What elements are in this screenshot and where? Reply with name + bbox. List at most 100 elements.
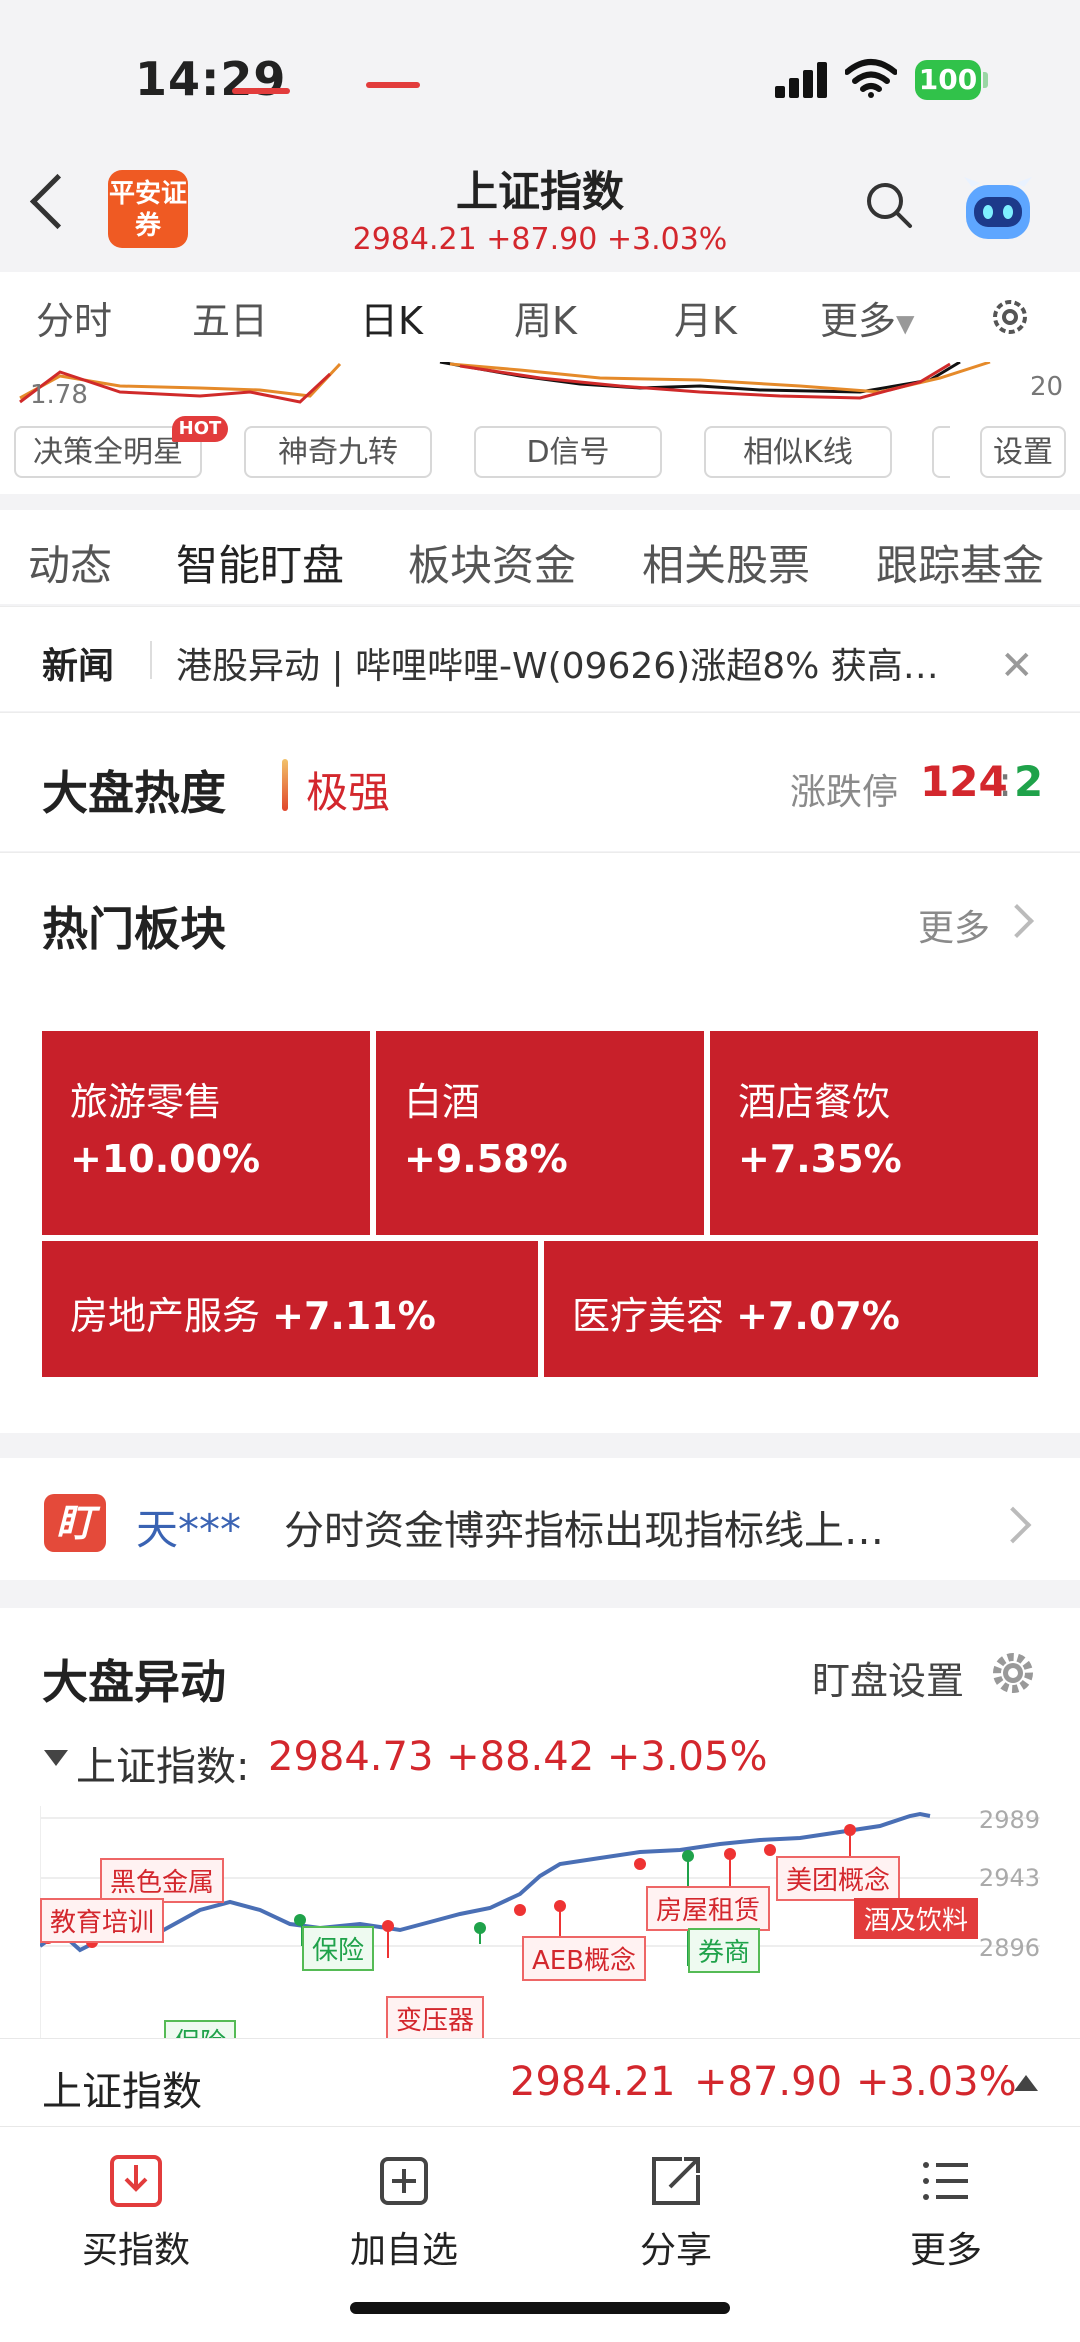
market-movement-title: 大盘异动 bbox=[42, 1655, 226, 1709]
indicator-partial[interactable] bbox=[932, 426, 950, 478]
status-time: 14:29 bbox=[135, 52, 287, 106]
news-divider bbox=[150, 641, 152, 679]
nav-label: 分享 bbox=[639, 2230, 712, 2271]
search-icon[interactable] bbox=[864, 180, 914, 230]
bottom-quote-bar[interactable]: 上证指数 2984.21 +87.90 +3.03% bbox=[0, 2038, 1080, 2127]
tab-smart-watch[interactable]: 智能盯盘 bbox=[176, 532, 344, 593]
intraday-chart: 2989 2943 2896 黑色金属 教育培训 保险 保险 变压器 AEB概念… bbox=[38, 1806, 1040, 2041]
y-tick: 2896 bbox=[978, 1934, 1040, 1962]
hot-badge: HOT bbox=[172, 416, 228, 442]
gear-icon[interactable] bbox=[988, 1648, 1038, 1698]
header-change: +87.90 bbox=[486, 222, 598, 257]
limit-label: 涨跌停 bbox=[790, 772, 899, 813]
news-headline[interactable]: 港股异动 | 哔哩哔哩-W(09626)涨超8% 获高… bbox=[176, 637, 956, 689]
battery-icon: 100 bbox=[915, 60, 981, 100]
sector-pct: +10.00% bbox=[70, 1137, 261, 1181]
tab-five-day[interactable]: 五日 bbox=[192, 290, 268, 345]
signal-icon bbox=[775, 62, 831, 98]
event-label[interactable]: 变压器 bbox=[386, 1996, 485, 2041]
add-icon bbox=[380, 2157, 428, 2205]
event-label[interactable]: 教育培训 bbox=[40, 1898, 165, 1943]
nav-more[interactable]: 更多 bbox=[846, 2151, 1046, 2273]
chevron-right-icon[interactable] bbox=[994, 1506, 1032, 1544]
market-movement: 大盘异动 盯盘设置 上证指数: 2984.73 +88.42 +3.05% 29… bbox=[0, 1608, 1080, 2041]
event-label[interactable]: 房屋租赁 bbox=[646, 1886, 771, 1931]
event-label-highlight[interactable]: 酒及饮料 bbox=[854, 1898, 979, 1939]
tab-dynamics[interactable]: 动态 bbox=[28, 532, 112, 593]
close-icon[interactable]: ✕ bbox=[1000, 643, 1034, 689]
tab-intraday[interactable]: 分时 bbox=[36, 290, 112, 345]
heat-level: 极强 bbox=[306, 768, 391, 817]
wifi-icon bbox=[845, 59, 897, 98]
assistant-robot-icon[interactable] bbox=[960, 175, 1036, 245]
sector-tile[interactable]: 白酒 +9.58% bbox=[376, 1031, 704, 1235]
sector-name: 酒店餐饮 bbox=[738, 1080, 891, 1124]
nav-share[interactable]: 分享 bbox=[576, 2151, 776, 2273]
movement-index-name: 上证指数: bbox=[76, 1744, 250, 1790]
event-label[interactable]: 保险 bbox=[164, 2020, 237, 2040]
chevron-right-icon[interactable] bbox=[1000, 904, 1034, 938]
strategy-text: 分时资金博弈指标出现指标线上… bbox=[284, 1508, 884, 1554]
share-icon bbox=[652, 2157, 700, 2205]
market-heat-title: 大盘热度 bbox=[42, 766, 226, 820]
sector-tile[interactable]: 医疗美容 +7.07% bbox=[544, 1241, 1038, 1377]
tab-weekly-k[interactable]: 周K bbox=[514, 290, 577, 345]
strategy-bar[interactable]: 盯 天*** 分时资金博弈指标出现指标线上… bbox=[0, 1458, 1080, 1580]
bottom-quote-price: 2984.21 bbox=[510, 2059, 676, 2105]
nav-label: 更多 bbox=[909, 2230, 982, 2271]
sector-name: 旅游零售 bbox=[70, 1080, 223, 1124]
collapse-triangle-icon[interactable] bbox=[44, 1750, 68, 1766]
nav-buy-index[interactable]: 买指数 bbox=[36, 2151, 236, 2273]
tab-daily-k[interactable]: 日K bbox=[360, 290, 423, 345]
event-label[interactable]: AEB概念 bbox=[522, 1936, 647, 1981]
indicator-similar-kline[interactable]: 相似K线 bbox=[704, 426, 892, 478]
y-tick: 2989 bbox=[978, 1806, 1040, 1834]
sector-name: 房地产服务 bbox=[70, 1294, 261, 1338]
tab-sector-funds[interactable]: 板块资金 bbox=[408, 532, 576, 593]
sector-name: 医疗美容 bbox=[572, 1294, 725, 1338]
strategy-user: 天*** bbox=[136, 1505, 242, 1554]
indicator-row: 决策全明星 神奇九转 D信号 相似K线 设置 bbox=[0, 414, 1080, 494]
indicator-magic-nine[interactable]: 神奇九转 bbox=[244, 426, 432, 478]
expand-triangle-icon[interactable] bbox=[1014, 2075, 1038, 2091]
sector-pct: +7.35% bbox=[738, 1137, 902, 1181]
gear-icon[interactable] bbox=[988, 295, 1032, 339]
hot-sectors-title: 热门板块 bbox=[42, 902, 226, 956]
sector-pct: +7.11% bbox=[272, 1294, 436, 1338]
event-label[interactable]: 美团概念 bbox=[776, 1856, 901, 1901]
nav-add-watchlist[interactable]: 加自选 bbox=[304, 2151, 504, 2273]
tab-related-stocks[interactable]: 相关股票 bbox=[642, 532, 810, 593]
bottom-quote-name: 上证指数 bbox=[42, 2069, 202, 2115]
menu-list-icon bbox=[923, 2162, 968, 2200]
movement-index-price: 2984.73 +88.42 +3.05% bbox=[268, 1734, 768, 1780]
bottom-quote-change: +87.90 bbox=[694, 2059, 843, 2105]
y-tick: 2943 bbox=[978, 1864, 1040, 1892]
active-tab-indicator bbox=[366, 82, 420, 88]
nav-label: 加自选 bbox=[349, 2230, 458, 2271]
hot-sectors-more[interactable]: 更多 bbox=[918, 899, 990, 951]
tab-tracking-funds[interactable]: 跟踪基金 bbox=[876, 532, 1044, 593]
watch-settings-link[interactable]: 盯盘设置 bbox=[812, 1650, 964, 1705]
page-title: 上证指数 bbox=[455, 167, 624, 216]
section-tabs: 动态 智能盯盘 板块资金 相关股票 跟踪基金 bbox=[0, 510, 1080, 604]
market-heat: 大盘热度 极强 涨跌停 124 : 2 bbox=[0, 712, 1080, 851]
event-label[interactable]: 券商 bbox=[688, 1928, 761, 1973]
bottom-quote-pct: +3.03% bbox=[856, 2059, 1017, 2105]
sector-tile[interactable]: 旅游零售 +10.00% bbox=[42, 1031, 370, 1235]
event-label[interactable]: 黑色金属 bbox=[100, 1858, 225, 1903]
news-bar[interactable]: 新闻 港股异动 | 哔哩哔哩-W(09626)涨超8% 获高… ✕ bbox=[0, 606, 1080, 711]
kline-chart-strip: 1.78 20 bbox=[0, 360, 1080, 414]
tab-more[interactable]: 更多▼ bbox=[820, 290, 914, 345]
event-label[interactable]: 保险 bbox=[302, 1926, 375, 1971]
header-price: 2984.21 bbox=[352, 222, 477, 257]
indicator-d-signal[interactable]: D信号 bbox=[474, 426, 662, 478]
battery-tip bbox=[983, 72, 988, 88]
tab-monthly-k[interactable]: 月K bbox=[674, 290, 737, 345]
home-indicator[interactable] bbox=[350, 2302, 730, 2314]
sector-tile[interactable]: 房地产服务 +7.11% bbox=[42, 1241, 538, 1377]
header-change-pct: +3.03% bbox=[606, 222, 728, 257]
news-label: 新闻 bbox=[42, 646, 115, 687]
sector-tile[interactable]: 酒店餐饮 +7.35% bbox=[710, 1031, 1038, 1235]
active-section-indicator bbox=[232, 88, 290, 94]
indicator-settings-button[interactable]: 设置 bbox=[980, 426, 1066, 478]
